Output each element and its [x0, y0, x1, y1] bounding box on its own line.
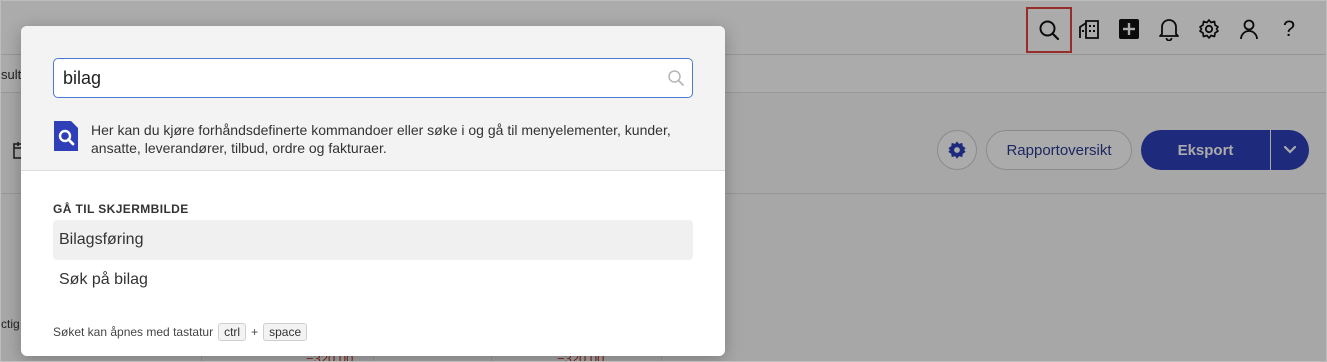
search-header: Her kan du kjøre forhåndsdefinerte komma… [21, 26, 725, 171]
kbd-ctrl: ctrl [218, 323, 247, 341]
keyboard-hint-text: Søket kan åpnes med tastatur [53, 325, 214, 339]
search-document-icon [54, 121, 78, 151]
keyboard-hint: Søket kan åpnes med tastatur ctrl + spac… [53, 323, 308, 341]
kbd-space: space [263, 323, 308, 341]
search-input[interactable] [53, 58, 693, 98]
result-item-sok-pa-bilag[interactable]: Søk på bilag [53, 260, 693, 300]
app-window: ? sult Rapportoversikt Eksport ctig −320… [0, 0, 1327, 362]
search-icon [668, 70, 684, 86]
search-help-text: Her kan du kjøre forhåndsdefinerte komma… [91, 122, 671, 156]
result-item-bilagsforing[interactable]: Bilagsføring [53, 220, 693, 260]
kbd-plus: + [251, 325, 259, 339]
search-dialog: Her kan du kjøre forhåndsdefinerte komma… [21, 26, 725, 356]
section-title: GÅ TIL SKJERMBILDE [53, 202, 189, 216]
